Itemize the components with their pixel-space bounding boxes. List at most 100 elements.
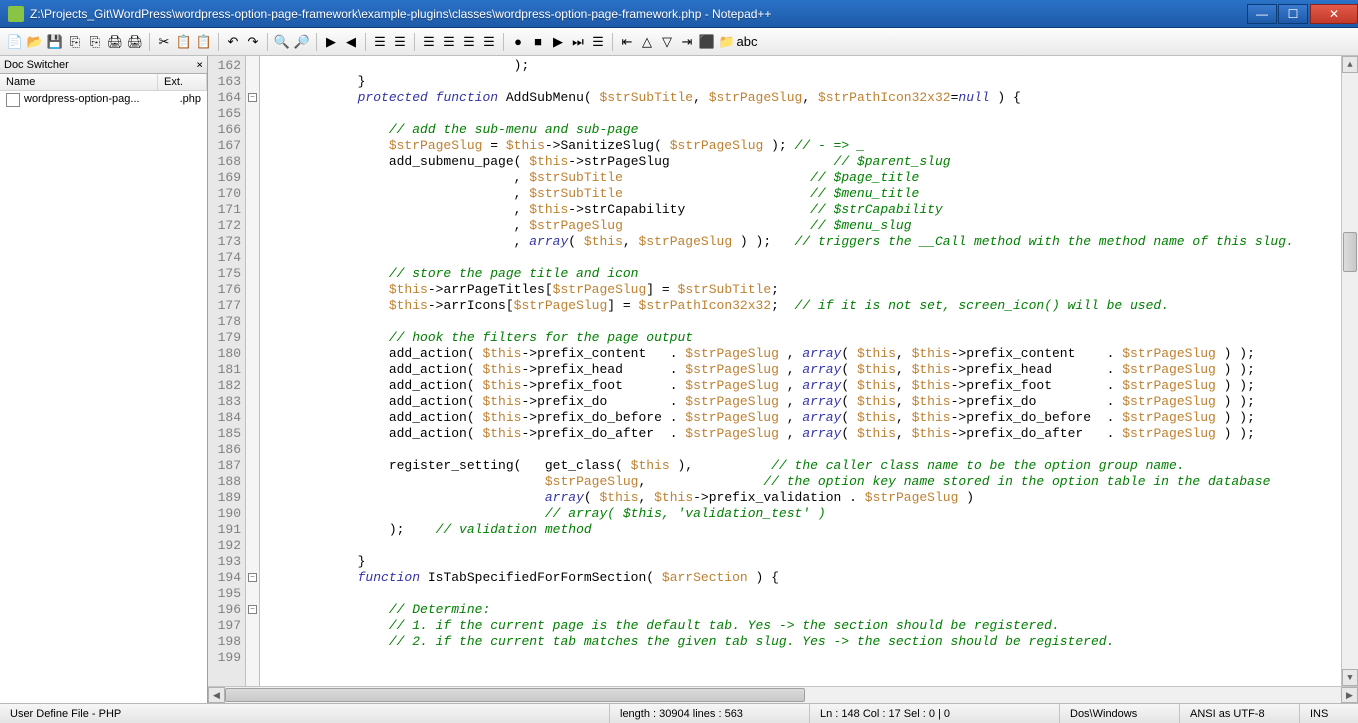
code-line[interactable]: add_action( $this->prefix_head . $strPag… <box>264 362 1358 378</box>
toolbar-button[interactable]: 📂 <box>26 33 44 51</box>
toolbar-button[interactable]: ☰ <box>420 33 438 51</box>
toolbar-button[interactable]: △ <box>638 33 656 51</box>
doc-switcher-close-icon[interactable]: × <box>196 58 203 71</box>
toolbar-button[interactable]: ☰ <box>589 33 607 51</box>
col-name[interactable]: Name <box>0 74 158 90</box>
code-line[interactable] <box>264 250 1358 266</box>
toolbar-button[interactable]: ↶ <box>224 33 242 51</box>
code-line[interactable] <box>264 442 1358 458</box>
hscroll-thumb[interactable] <box>225 688 805 702</box>
code-line[interactable]: // add the sub-menu and sub-page <box>264 122 1358 138</box>
toolbar-button[interactable]: ◀ <box>342 33 360 51</box>
code-area[interactable]: 1621631641651661671681691701711721731741… <box>208 56 1358 686</box>
code-line[interactable]: // Determine: <box>264 602 1358 618</box>
code-line[interactable]: // store the page title and icon <box>264 266 1358 282</box>
line-number: 184 <box>208 410 241 426</box>
line-number: 163 <box>208 74 241 90</box>
code-line[interactable]: $this->arrIcons[$strPageSlug] = $strPath… <box>264 298 1358 314</box>
code-line[interactable]: protected function AddSubMenu( $strSubTi… <box>264 90 1358 106</box>
code-line[interactable] <box>264 314 1358 330</box>
toolbar-separator <box>218 33 219 51</box>
code-line[interactable]: ); <box>264 58 1358 74</box>
toolbar-button[interactable]: ⬛ <box>698 33 716 51</box>
code-line[interactable]: // 2. if the current tab matches the giv… <box>264 634 1358 650</box>
code-line[interactable]: // hook the filters for the page output <box>264 330 1358 346</box>
toolbar-button[interactable]: 📁 <box>718 33 736 51</box>
code-line[interactable]: add_submenu_page( $this->strPageSlug // … <box>264 154 1358 170</box>
toolbar-button[interactable]: 💾 <box>46 33 64 51</box>
toolbar-button[interactable]: ☰ <box>460 33 478 51</box>
scroll-down-arrow[interactable]: ▼ <box>1342 669 1358 686</box>
code-line[interactable] <box>264 106 1358 122</box>
scroll-right-arrow[interactable]: ▶ <box>1341 687 1358 703</box>
toolbar-button[interactable]: 🔍 <box>273 33 291 51</box>
doc-switcher-item[interactable]: wordpress-option-pag... .php <box>0 91 207 109</box>
toolbar-button[interactable]: 📄 <box>6 33 24 51</box>
fold-toggle[interactable]: − <box>248 93 257 102</box>
toolbar-button[interactable]: ☰ <box>371 33 389 51</box>
toolbar-button[interactable]: ⇤ <box>618 33 636 51</box>
code-line[interactable]: , $strPageSlug // $menu_slug <box>264 218 1358 234</box>
code-line[interactable]: add_action( $this->prefix_do . $strPageS… <box>264 394 1358 410</box>
code-line[interactable]: array( $this, $this->prefix_validation .… <box>264 490 1358 506</box>
vertical-scrollbar[interactable]: ▲ ▼ <box>1341 56 1358 686</box>
toolbar-button[interactable]: 🔎 <box>293 33 311 51</box>
fold-toggle[interactable]: − <box>248 605 257 614</box>
toolbar-button[interactable]: ▶ <box>322 33 340 51</box>
code-line[interactable] <box>264 650 1358 666</box>
toolbar-button[interactable]: ⇥ <box>678 33 696 51</box>
fold-toggle[interactable]: − <box>248 573 257 582</box>
toolbar-button[interactable]: ● <box>509 33 527 51</box>
vscroll-thumb[interactable] <box>1343 232 1357 272</box>
code-line[interactable]: // array( $this, 'validation_test' ) <box>264 506 1358 522</box>
code-line[interactable]: // 1. if the current page is the default… <box>264 618 1358 634</box>
fold-column[interactable]: − − − <box>246 56 260 686</box>
code-line[interactable]: register_setting( get_class( $this ), //… <box>264 458 1358 474</box>
toolbar-button[interactable]: 🖨 <box>126 33 144 51</box>
line-number: 189 <box>208 490 241 506</box>
toolbar-button[interactable]: ▽ <box>658 33 676 51</box>
code-line[interactable]: $strPageSlug = $this->SanitizeSlug( $str… <box>264 138 1358 154</box>
toolbar-button[interactable]: abc <box>738 33 756 51</box>
toolbar-button[interactable]: ↷ <box>244 33 262 51</box>
toolbar-button[interactable]: ☰ <box>480 33 498 51</box>
code-line[interactable]: ); // validation method <box>264 522 1358 538</box>
code-line[interactable]: add_action( $this->prefix_do_after . $st… <box>264 426 1358 442</box>
code-line[interactable]: add_action( $this->prefix_foot . $strPag… <box>264 378 1358 394</box>
code-line[interactable]: , array( $this, $strPageSlug ) ); // tri… <box>264 234 1358 250</box>
col-ext[interactable]: Ext. <box>158 74 207 90</box>
code-line[interactable]: , $strSubTitle // $page_title <box>264 170 1358 186</box>
line-number: 170 <box>208 186 241 202</box>
scroll-up-arrow[interactable]: ▲ <box>1342 56 1358 73</box>
toolbar-button[interactable]: ⎘ <box>66 33 84 51</box>
code-line[interactable]: function IsTabSpecifiedForFormSection( $… <box>264 570 1358 586</box>
code-line[interactable]: } <box>264 554 1358 570</box>
code-line[interactable] <box>264 586 1358 602</box>
toolbar-button[interactable]: ■ <box>529 33 547 51</box>
code-line[interactable]: add_action( $this->prefix_do_before . $s… <box>264 410 1358 426</box>
line-number: 193 <box>208 554 241 570</box>
code-line[interactable]: $this->arrPageTitles[$strPageSlug] = $st… <box>264 282 1358 298</box>
code-line[interactable]: } <box>264 74 1358 90</box>
code-line[interactable] <box>264 538 1358 554</box>
code-line[interactable]: , $strSubTitle // $menu_title <box>264 186 1358 202</box>
code-text[interactable]: ); } protected function AddSubMenu( $str… <box>260 56 1358 686</box>
toolbar-button[interactable]: ☰ <box>391 33 409 51</box>
toolbar-button[interactable]: ☰ <box>440 33 458 51</box>
code-line[interactable]: add_action( $this->prefix_content . $str… <box>264 346 1358 362</box>
code-line[interactable]: , $this->strCapability // $strCapability <box>264 202 1358 218</box>
toolbar-button[interactable]: ⏭ <box>569 33 587 51</box>
horizontal-scrollbar[interactable]: ◀ ▶ <box>208 686 1358 703</box>
toolbar-button[interactable]: ▶ <box>549 33 567 51</box>
toolbar-button[interactable]: ✂ <box>155 33 173 51</box>
close-button[interactable]: ✕ <box>1310 4 1358 24</box>
hscroll-track[interactable] <box>225 687 1341 703</box>
toolbar-button[interactable]: 📋 <box>175 33 193 51</box>
toolbar-button[interactable]: 🖨 <box>106 33 124 51</box>
toolbar-button[interactable]: ⎘ <box>86 33 104 51</box>
toolbar-button[interactable]: 📋 <box>195 33 213 51</box>
scroll-left-arrow[interactable]: ◀ <box>208 687 225 703</box>
code-line[interactable]: $strPageSlug, // the option key name sto… <box>264 474 1358 490</box>
minimize-button[interactable]: — <box>1247 4 1277 24</box>
maximize-button[interactable]: ☐ <box>1278 4 1308 24</box>
